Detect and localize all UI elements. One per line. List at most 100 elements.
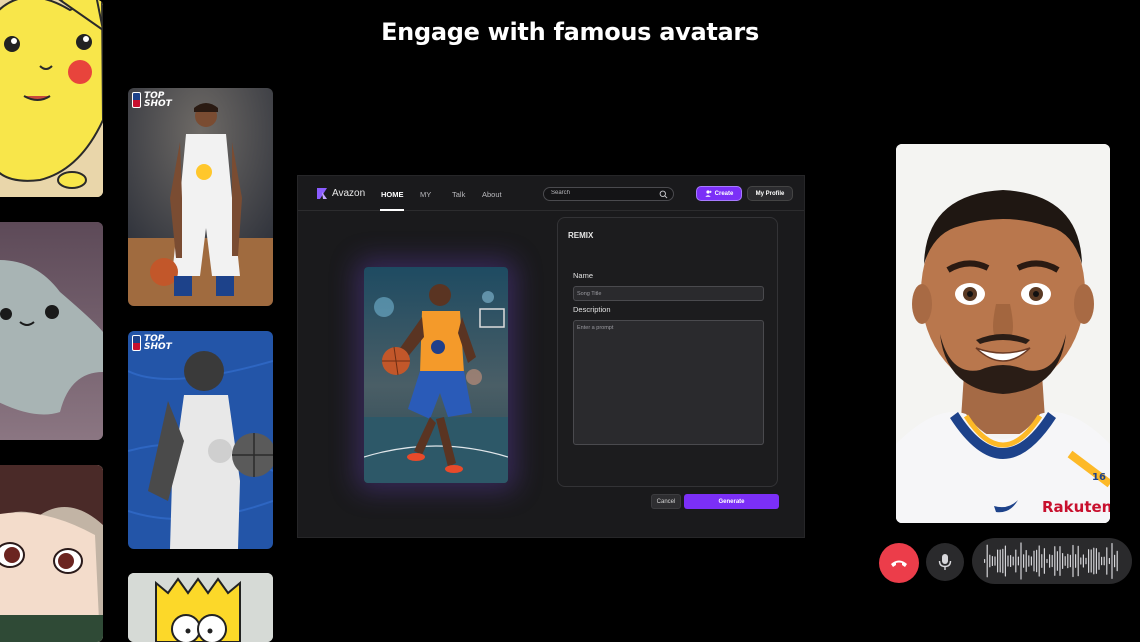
end-call-icon	[891, 560, 907, 567]
waveform-bar	[1106, 547, 1108, 575]
nba-logo-icon	[132, 92, 141, 108]
player-photo	[128, 88, 273, 306]
waveform-bar	[1082, 554, 1084, 568]
generate-button[interactable]: Generate	[684, 494, 779, 509]
waveform-bar	[1064, 556, 1066, 566]
jersey-sponsor: Rakuten	[1042, 498, 1110, 516]
waveform-bar	[1049, 554, 1051, 568]
waveform-bar	[997, 549, 999, 573]
waveform-bars	[984, 542, 1118, 580]
avatar-card-anime-boy[interactable]	[0, 465, 103, 642]
search-icon[interactable]	[659, 190, 668, 199]
anime-boy-illustration	[0, 465, 103, 642]
app-window: Avazon HOME MY Talk About Create My Prof…	[297, 175, 805, 538]
waveform-bar	[1072, 544, 1074, 578]
cancel-button[interactable]: Cancel	[651, 494, 681, 509]
avatar-card-star-character[interactable]	[0, 222, 103, 440]
waveform-bar	[1046, 558, 1048, 564]
jersey-number: 16	[1092, 472, 1106, 483]
waveform-bar	[1043, 548, 1045, 574]
waveform-bar	[1067, 553, 1069, 569]
avatar-video-call: 16 Rakuten	[896, 144, 1110, 523]
brand[interactable]: Avazon	[316, 187, 365, 200]
waveform-bar	[1017, 556, 1019, 566]
waveform-bar	[1069, 554, 1071, 568]
waveform-bar	[1093, 547, 1095, 575]
nav-home[interactable]: HOME	[381, 190, 404, 199]
waveform-bar	[984, 559, 986, 563]
nav-about[interactable]: About	[482, 190, 502, 199]
waveform-bar	[1101, 556, 1103, 566]
waveform-bar	[1023, 554, 1025, 568]
user-plus-icon	[704, 190, 712, 197]
waveform-bar	[1041, 554, 1043, 568]
waveform-bar	[1088, 549, 1090, 573]
search-bar[interactable]	[543, 187, 674, 201]
microphone-icon	[938, 554, 952, 570]
create-button[interactable]: Create	[696, 186, 742, 201]
waveform-bar	[1038, 545, 1040, 577]
active-tab-indicator	[380, 209, 404, 211]
end-call-button[interactable]	[879, 543, 919, 583]
generated-preview-image	[364, 267, 508, 483]
waveform-bar	[989, 554, 991, 568]
waveform-bar	[1054, 546, 1056, 576]
waveform-bar	[1077, 545, 1079, 577]
avatar-portrait: 16 Rakuten	[896, 144, 1110, 523]
remix-title: REMIX	[568, 231, 594, 240]
waveform-bar	[1020, 542, 1022, 580]
avatar-card-pikachu[interactable]	[0, 0, 103, 197]
song-title-input[interactable]	[573, 286, 764, 301]
create-label: Create	[714, 190, 734, 197]
topshot-badge: TOP SHOT	[132, 335, 172, 352]
waveform-bar	[999, 549, 1001, 573]
search-input[interactable]	[551, 190, 651, 196]
description-label: Description	[573, 305, 611, 314]
waveform-bar	[994, 556, 996, 566]
waveform-bar	[1116, 550, 1118, 572]
waveform-bar	[1108, 557, 1110, 565]
waveform-bar	[1010, 554, 1012, 568]
waveform-bar	[1098, 552, 1100, 570]
waveform-bar	[1007, 555, 1009, 567]
audio-waveform	[972, 538, 1132, 584]
waveform-bar	[986, 544, 988, 578]
waveform-bar	[1056, 551, 1058, 571]
player-photo	[128, 331, 273, 549]
waveform-bar	[1080, 557, 1082, 565]
brand-name: Avazon	[332, 188, 366, 199]
microphone-button[interactable]	[926, 543, 964, 581]
waveform-bar	[1004, 545, 1006, 577]
page-headline: Engage with famous avatars	[381, 18, 759, 46]
star-character-illustration	[0, 222, 103, 440]
waveform-bar	[1114, 554, 1116, 568]
waveform-bar	[1062, 553, 1064, 569]
waveform-bar	[1025, 549, 1027, 573]
bart-illustration	[128, 573, 273, 642]
player-card-1[interactable]: TOP SHOT	[128, 88, 273, 306]
waveform-bar	[1033, 550, 1035, 572]
waveform-bar	[1012, 556, 1014, 566]
nav-talk[interactable]: Talk	[452, 190, 465, 199]
nav-my[interactable]: MY	[420, 190, 431, 199]
waveform-bar	[1095, 548, 1097, 574]
nba-logo-icon	[132, 335, 141, 351]
topshot-badge: TOP SHOT	[132, 92, 172, 109]
pikachu-illustration	[0, 0, 103, 197]
prompt-textarea[interactable]	[573, 320, 764, 445]
waveform-bar	[1085, 557, 1087, 565]
top-navbar: Avazon HOME MY Talk About Create My Prof…	[298, 176, 804, 211]
player-card-2[interactable]: TOP SHOT	[128, 331, 273, 549]
my-profile-label: My Profile	[755, 190, 785, 197]
waveform-bar	[1111, 543, 1113, 579]
waveform-bar	[1036, 549, 1038, 573]
waveform-bar	[1030, 556, 1032, 566]
waveform-bar	[1051, 554, 1053, 568]
waveform-bar	[1103, 556, 1105, 566]
avazon-logo-icon	[317, 188, 327, 199]
avatar-card-bart[interactable]	[128, 573, 273, 642]
waveform-bar	[1090, 549, 1092, 573]
remix-panel: REMIX Name Description	[557, 217, 778, 487]
name-label: Name	[573, 271, 594, 280]
my-profile-button[interactable]: My Profile	[747, 186, 793, 201]
